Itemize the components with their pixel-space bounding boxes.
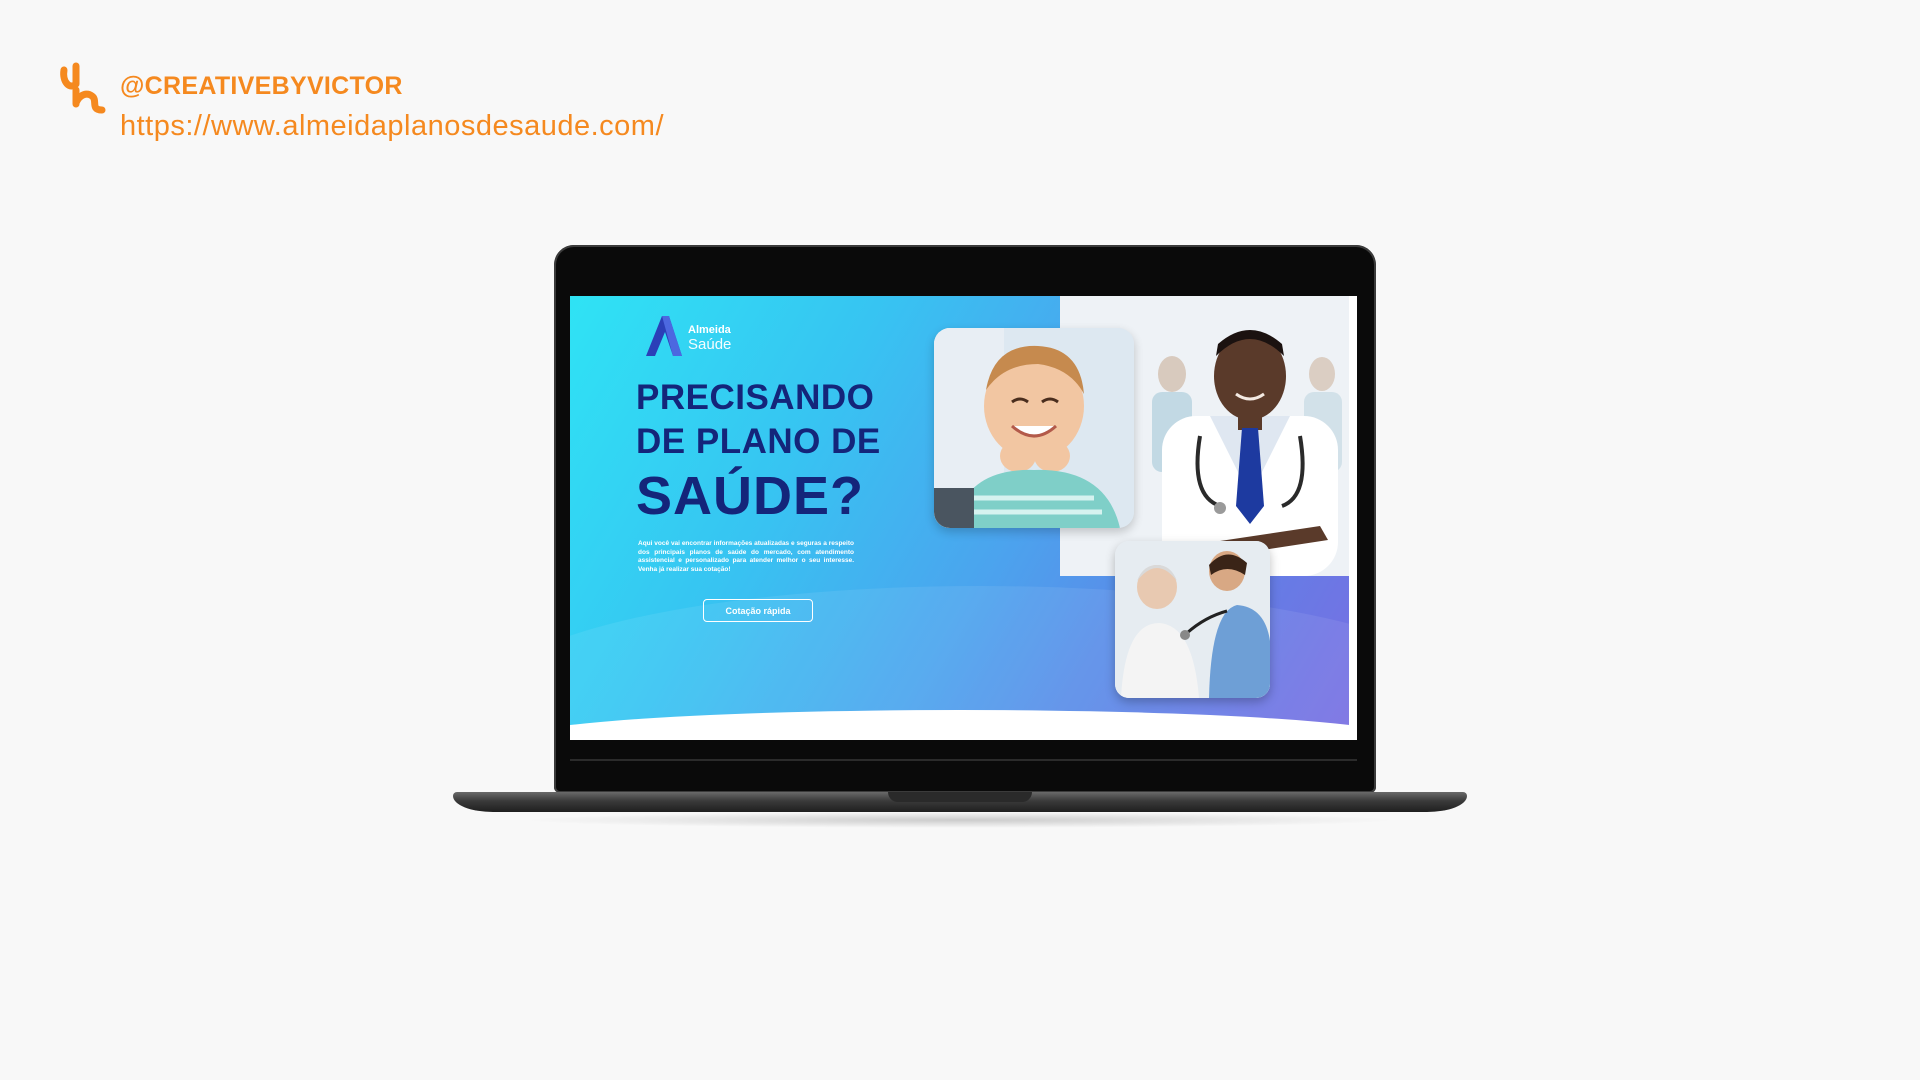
website-screen: Almeida Saúde PRECISANDO DE PLANO DE SAÚ… [570,296,1357,740]
doctor-examining-elderly-woman-photo [1115,541,1270,698]
hero-headline: PRECISANDO DE PLANO DE SAÚDE? [636,376,881,528]
credit-url[interactable]: https://www.almeidaplanosdesaude.com/ [120,110,664,143]
brand-name-line1: Almeida [688,324,731,336]
smiling-child-photo [934,328,1134,528]
screen-white-edge [1349,296,1357,740]
hero-description: Aqui você vai encontrar informações atua… [638,540,854,573]
headline-line1: PRECISANDO [636,378,875,417]
vh-monogram-icon [60,62,106,114]
headline-line2: DE PLANO DE [636,422,881,461]
letter-a-logo-icon [646,316,682,356]
quick-quote-button[interactable]: Cotação rápida [703,599,813,622]
credit-handle[interactable]: @CREATIVEBYVICTOR [120,72,403,101]
child-illustration [934,328,1134,528]
laptop-shadow [520,812,1400,828]
brand-name-line2: Saúde [688,336,732,353]
headline-line3: SAÚDE? [636,466,865,526]
laptop-opening-notch [888,792,1032,802]
elder-illustration [1115,541,1270,698]
bezel-line [570,759,1357,761]
